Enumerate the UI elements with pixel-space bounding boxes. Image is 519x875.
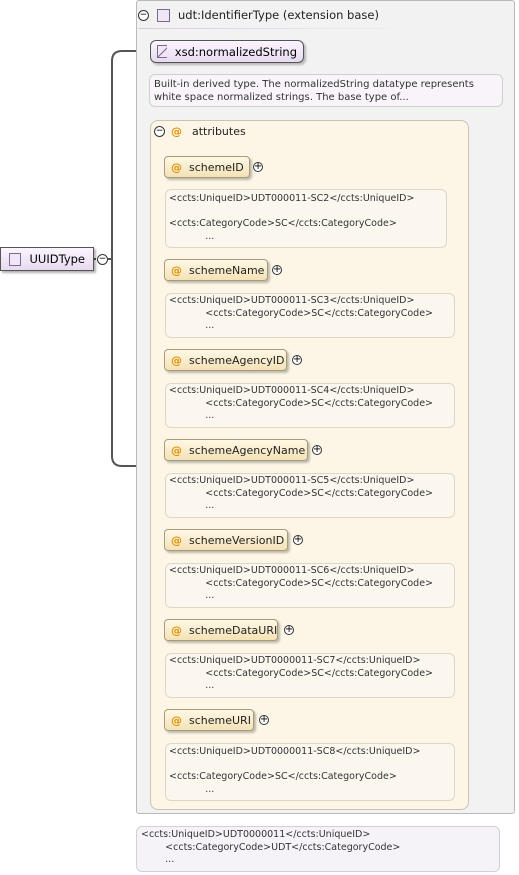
attribute-icon: @: [171, 160, 182, 174]
attribute-name: schemeID: [189, 160, 244, 174]
header-divider: [138, 28, 418, 29]
complex-type-icon: [9, 252, 21, 266]
attribute-name: schemeVersionID: [189, 533, 285, 547]
extension-collapse-button[interactable]: −: [138, 9, 149, 21]
attribute-node[interactable]: @ schemeID: [164, 156, 250, 178]
attribute-documentation: <ccts:UniqueID>UDT0000011-SC7</ccts:Uniq…: [165, 653, 455, 698]
attribute-name: schemeURI: [189, 713, 251, 727]
uuidtype-node[interactable]: UUIDType: [0, 247, 94, 271]
attribute-documentation: <ccts:UniqueID>UDT0000011-SC8</ccts:Uniq…: [165, 743, 455, 801]
attribute-node[interactable]: @ schemeURI: [164, 709, 254, 731]
attribute-expand-button[interactable]: +: [292, 355, 302, 365]
attribute-documentation: <ccts:UniqueID>UDT000011-SC5</ccts:Uniqu…: [165, 473, 455, 518]
attribute-group-icon: @: [171, 125, 182, 138]
attribute-name: schemeAgencyID: [189, 353, 285, 367]
base-type-documentation: Built-in derived type. The normalizedStr…: [149, 74, 503, 107]
attribute-documentation: <ccts:UniqueID>UDT000011-SC2</ccts:Uniqu…: [165, 189, 447, 248]
attribute-icon: @: [171, 533, 182, 547]
attribute-expand-button[interactable]: +: [284, 625, 294, 635]
attribute-icon: @: [171, 263, 182, 277]
extension-header: − udt:IdentifierType (extension base): [138, 4, 379, 26]
attribute-icon: @: [171, 623, 182, 637]
normalizedstring-label: xsd:normalizedString: [174, 44, 297, 59]
attribute-node[interactable]: @ schemeAgencyID: [164, 349, 287, 371]
attribute-node[interactable]: @ schemeAgencyName: [164, 439, 308, 461]
root-documentation: <ccts:UniqueID>UDT0000011</ccts:UniqueID…: [136, 826, 500, 872]
simple-type-icon: [157, 45, 167, 58]
attribute-name: schemeName: [189, 263, 265, 277]
attribute-node[interactable]: @ schemeVersionID: [164, 529, 288, 551]
normalizedstring-node[interactable]: xsd:normalizedString: [150, 40, 304, 63]
attribute-expand-button[interactable]: +: [259, 715, 269, 725]
attribute-documentation: <ccts:UniqueID>UDT000011-SC6</ccts:Uniqu…: [165, 563, 455, 608]
attribute-name: schemeDataURI: [189, 623, 278, 637]
attribute-documentation: <ccts:UniqueID>UDT000011-SC3</ccts:Uniqu…: [165, 293, 455, 338]
attribute-node[interactable]: @ schemeDataURI: [164, 619, 278, 641]
attribute-documentation: <ccts:UniqueID>UDT000011-SC4</ccts:Uniqu…: [165, 383, 455, 428]
attribute-expand-button[interactable]: +: [272, 265, 282, 275]
attribute-node[interactable]: @ schemeName: [164, 259, 268, 281]
attributes-header: − @ attributes: [154, 125, 246, 138]
root-collapse-button[interactable]: −: [97, 254, 108, 265]
attributes-label: attributes: [192, 125, 246, 138]
attribute-icon: @: [171, 353, 182, 367]
attribute-expand-button[interactable]: +: [312, 445, 322, 455]
attribute-name: schemeAgencyName: [189, 443, 306, 457]
extension-title: udt:IdentifierType (extension base): [178, 8, 379, 22]
complex-type-icon: [157, 8, 170, 22]
attribute-expand-button[interactable]: +: [293, 535, 303, 545]
uuidtype-label: UUIDType: [29, 252, 86, 266]
attributes-collapse-button[interactable]: −: [154, 126, 165, 137]
attribute-icon: @: [171, 443, 182, 457]
attribute-expand-button[interactable]: +: [253, 162, 263, 172]
attribute-icon: @: [171, 713, 182, 727]
